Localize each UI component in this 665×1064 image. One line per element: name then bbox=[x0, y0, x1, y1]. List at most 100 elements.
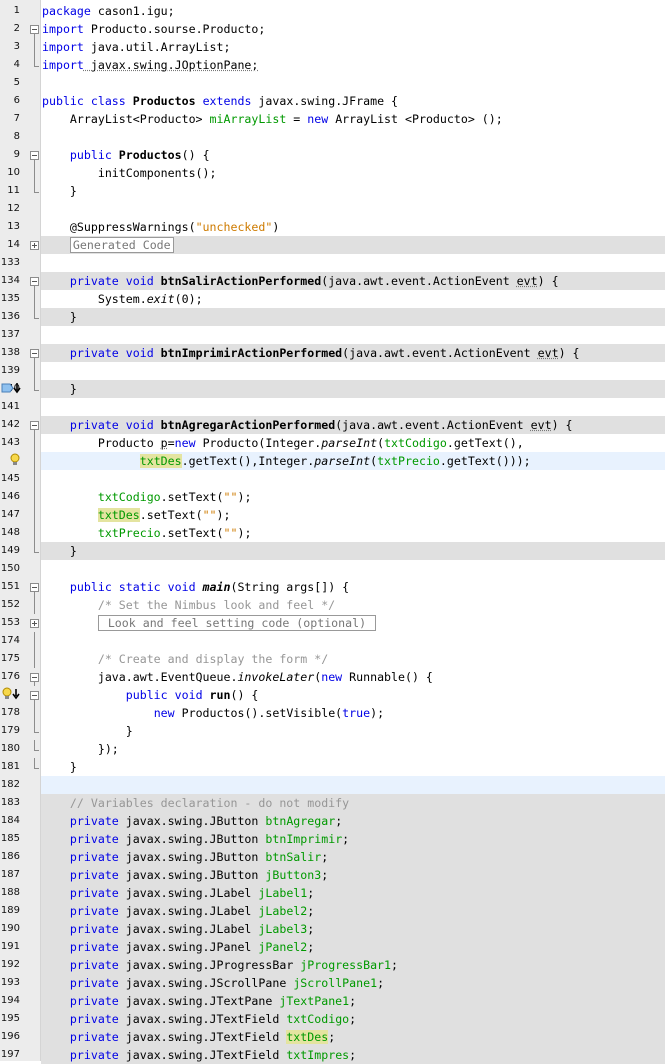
lightbulb-hint-icon[interactable] bbox=[1, 453, 25, 469]
code-text[interactable]: private javax.swing.JProgressBar jProgre… bbox=[41, 956, 665, 974]
code-text[interactable]: private void btnImprimirActionPerformed(… bbox=[41, 344, 665, 362]
code-text[interactable]: } bbox=[41, 542, 665, 560]
code-line[interactable]: 12 bbox=[0, 200, 665, 218]
code-text[interactable] bbox=[41, 128, 665, 146]
code-line[interactable]: 133 bbox=[0, 254, 665, 272]
code-text[interactable]: txtDes.getText(),Integer.parseInt(txtPre… bbox=[41, 452, 665, 470]
code-line[interactable]: 135 System.exit(0); bbox=[0, 290, 665, 308]
fold-collapse-icon[interactable] bbox=[29, 668, 40, 686]
code-line[interactable]: 147 txtDes.setText(""); bbox=[0, 506, 665, 524]
code-line[interactable]: 182 bbox=[0, 776, 665, 794]
code-line[interactable]: 10 initComponents(); bbox=[0, 164, 665, 182]
code-text[interactable]: @SuppressWarnings("unchecked") bbox=[41, 218, 665, 236]
code-line[interactable]: 151 public static void main(String args[… bbox=[0, 578, 665, 596]
code-line[interactable]: 137 bbox=[0, 326, 665, 344]
code-text[interactable]: Producto p=new Producto(Integer.parseInt… bbox=[41, 434, 665, 452]
fold-expand-icon[interactable] bbox=[29, 614, 40, 632]
code-text[interactable]: private javax.swing.JLabel jLabel2; bbox=[41, 902, 665, 920]
code-text[interactable]: private javax.swing.JButton btnSalir; bbox=[41, 848, 665, 866]
code-line[interactable]: 194 private javax.swing.JTextPane jTextP… bbox=[0, 992, 665, 1010]
code-line[interactable]: 9 public Productos() { bbox=[0, 146, 665, 164]
code-line[interactable]: 196 private javax.swing.JTextField txtDe… bbox=[0, 1028, 665, 1046]
fold-collapse-icon[interactable] bbox=[29, 20, 40, 38]
code-line[interactable]: 7 ArrayList<Producto> miArrayList = new … bbox=[0, 110, 665, 128]
code-line[interactable]: 195 private javax.swing.JTextField txtCo… bbox=[0, 1010, 665, 1028]
code-line[interactable]: 3 import java.util.ArrayList; bbox=[0, 38, 665, 56]
code-text[interactable]: } bbox=[41, 722, 665, 740]
code-line[interactable]: 179 } bbox=[0, 722, 665, 740]
code-text[interactable] bbox=[41, 776, 665, 794]
lightbulb-override-icon[interactable] bbox=[1, 687, 25, 703]
code-line[interactable]: 5 bbox=[0, 74, 665, 92]
code-line[interactable]: 185 private javax.swing.JButton btnImpri… bbox=[0, 830, 665, 848]
code-line[interactable]: 146 txtCodigo.setText(""); bbox=[0, 488, 665, 506]
code-text[interactable]: }); bbox=[41, 740, 665, 758]
code-line[interactable]: 190 private javax.swing.JLabel jLabel3; bbox=[0, 920, 665, 938]
run-to-cursor-arrow-icon[interactable] bbox=[1, 381, 25, 397]
fold-collapse-icon[interactable] bbox=[29, 686, 40, 704]
code-text[interactable] bbox=[41, 632, 665, 650]
code-line[interactable]: 184 private javax.swing.JButton btnAgreg… bbox=[0, 812, 665, 830]
code-line[interactable]: 136 } bbox=[0, 308, 665, 326]
code-text[interactable]: } bbox=[41, 380, 665, 398]
code-line[interactable]: 143 Producto p=new Producto(Integer.pars… bbox=[0, 434, 665, 452]
code-line[interactable]: 1 package cason1.igu; bbox=[0, 2, 665, 20]
code-text[interactable]: /* Set the Nimbus look and feel */ bbox=[41, 596, 665, 614]
code-text[interactable]: new Productos().setVisible(true); bbox=[41, 704, 665, 722]
code-line[interactable]: 180 }); bbox=[0, 740, 665, 758]
code-text[interactable]: } bbox=[41, 758, 665, 776]
code-text[interactable] bbox=[41, 254, 665, 272]
code-line[interactable]: 14 Generated Code bbox=[0, 236, 665, 254]
code-text[interactable]: txtDes.setText(""); bbox=[41, 506, 665, 524]
code-text[interactable]: private javax.swing.JButton jButton3; bbox=[41, 866, 665, 884]
code-text[interactable] bbox=[41, 470, 665, 488]
code-text[interactable]: private javax.swing.JButton btnAgregar; bbox=[41, 812, 665, 830]
code-text[interactable] bbox=[41, 74, 665, 92]
code-line[interactable]: 186 private javax.swing.JButton btnSalir… bbox=[0, 848, 665, 866]
code-text[interactable]: public void run() { bbox=[41, 686, 665, 704]
code-text[interactable]: // Variables declaration - do not modify bbox=[41, 794, 665, 812]
code-line[interactable]: 4 import javax.swing.JOptionPane; bbox=[0, 56, 665, 74]
code-text[interactable]: initComponents(); bbox=[41, 164, 665, 182]
code-text[interactable]: ArrayList<Producto> miArrayList = new Ar… bbox=[41, 110, 665, 128]
code-text[interactable]: private javax.swing.JButton btnImprimir; bbox=[41, 830, 665, 848]
code-text[interactable]: import javax.swing.JOptionPane; bbox=[41, 56, 665, 74]
code-line[interactable]: 11 } bbox=[0, 182, 665, 200]
code-line[interactable]: 8 bbox=[0, 128, 665, 146]
code-line[interactable]: 191 private javax.swing.JPanel jPanel2; bbox=[0, 938, 665, 956]
code-text[interactable] bbox=[41, 362, 665, 380]
code-line[interactable]: 138 private void btnImprimirActionPerfor… bbox=[0, 344, 665, 362]
fold-collapse-icon[interactable] bbox=[29, 416, 40, 434]
code-line[interactable]: 183 // Variables declaration - do not mo… bbox=[0, 794, 665, 812]
code-text[interactable]: txtCodigo.setText(""); bbox=[41, 488, 665, 506]
fold-expand-icon[interactable] bbox=[29, 236, 40, 254]
code-line[interactable]: 141 bbox=[0, 398, 665, 416]
code-text[interactable]: Generated Code bbox=[41, 236, 665, 254]
code-line[interactable]: 2 import Producto.sourse.Producto; bbox=[0, 20, 665, 38]
code-editor[interactable]: 1 package cason1.igu; 2 import Producto.sou… bbox=[0, 0, 665, 1064]
code-text[interactable]: package cason1.igu; bbox=[41, 2, 665, 20]
code-text[interactable]: private javax.swing.JTextPane jTextPane1… bbox=[41, 992, 665, 1010]
code-line[interactable]: 149 } bbox=[0, 542, 665, 560]
code-text[interactable]: private javax.swing.JTextField txtImpres… bbox=[41, 1046, 665, 1064]
code-text[interactable]: private void btnAgregarActionPerformed(j… bbox=[41, 416, 665, 434]
code-line[interactable]: 145 bbox=[0, 470, 665, 488]
code-text[interactable]: import java.util.ArrayList; bbox=[41, 38, 665, 56]
code-text[interactable]: } bbox=[41, 308, 665, 326]
code-line[interactable]: 150 bbox=[0, 560, 665, 578]
code-text[interactable]: } bbox=[41, 182, 665, 200]
code-line[interactable]: 153 Look and feel setting code (optional… bbox=[0, 614, 665, 632]
code-line[interactable]: 181 } bbox=[0, 758, 665, 776]
code-line[interactable]: 13 @SuppressWarnings("unchecked") bbox=[0, 218, 665, 236]
code-line[interactable]: 193 private javax.swing.JScrollPane jScr… bbox=[0, 974, 665, 992]
code-text[interactable]: public static void main(String args[]) { bbox=[41, 578, 665, 596]
fold-collapse-icon[interactable] bbox=[29, 578, 40, 596]
code-text[interactable]: private javax.swing.JLabel jLabel1; bbox=[41, 884, 665, 902]
code-text[interactable]: private javax.swing.JTextField txtDes; bbox=[41, 1028, 665, 1046]
fold-collapse-icon[interactable] bbox=[29, 344, 40, 362]
code-line[interactable]: 6 public class Productos extends javax.sw… bbox=[0, 92, 665, 110]
code-line[interactable]: 139 bbox=[0, 362, 665, 380]
code-text[interactable] bbox=[41, 560, 665, 578]
code-text[interactable]: System.exit(0); bbox=[41, 290, 665, 308]
code-text[interactable] bbox=[41, 326, 665, 344]
